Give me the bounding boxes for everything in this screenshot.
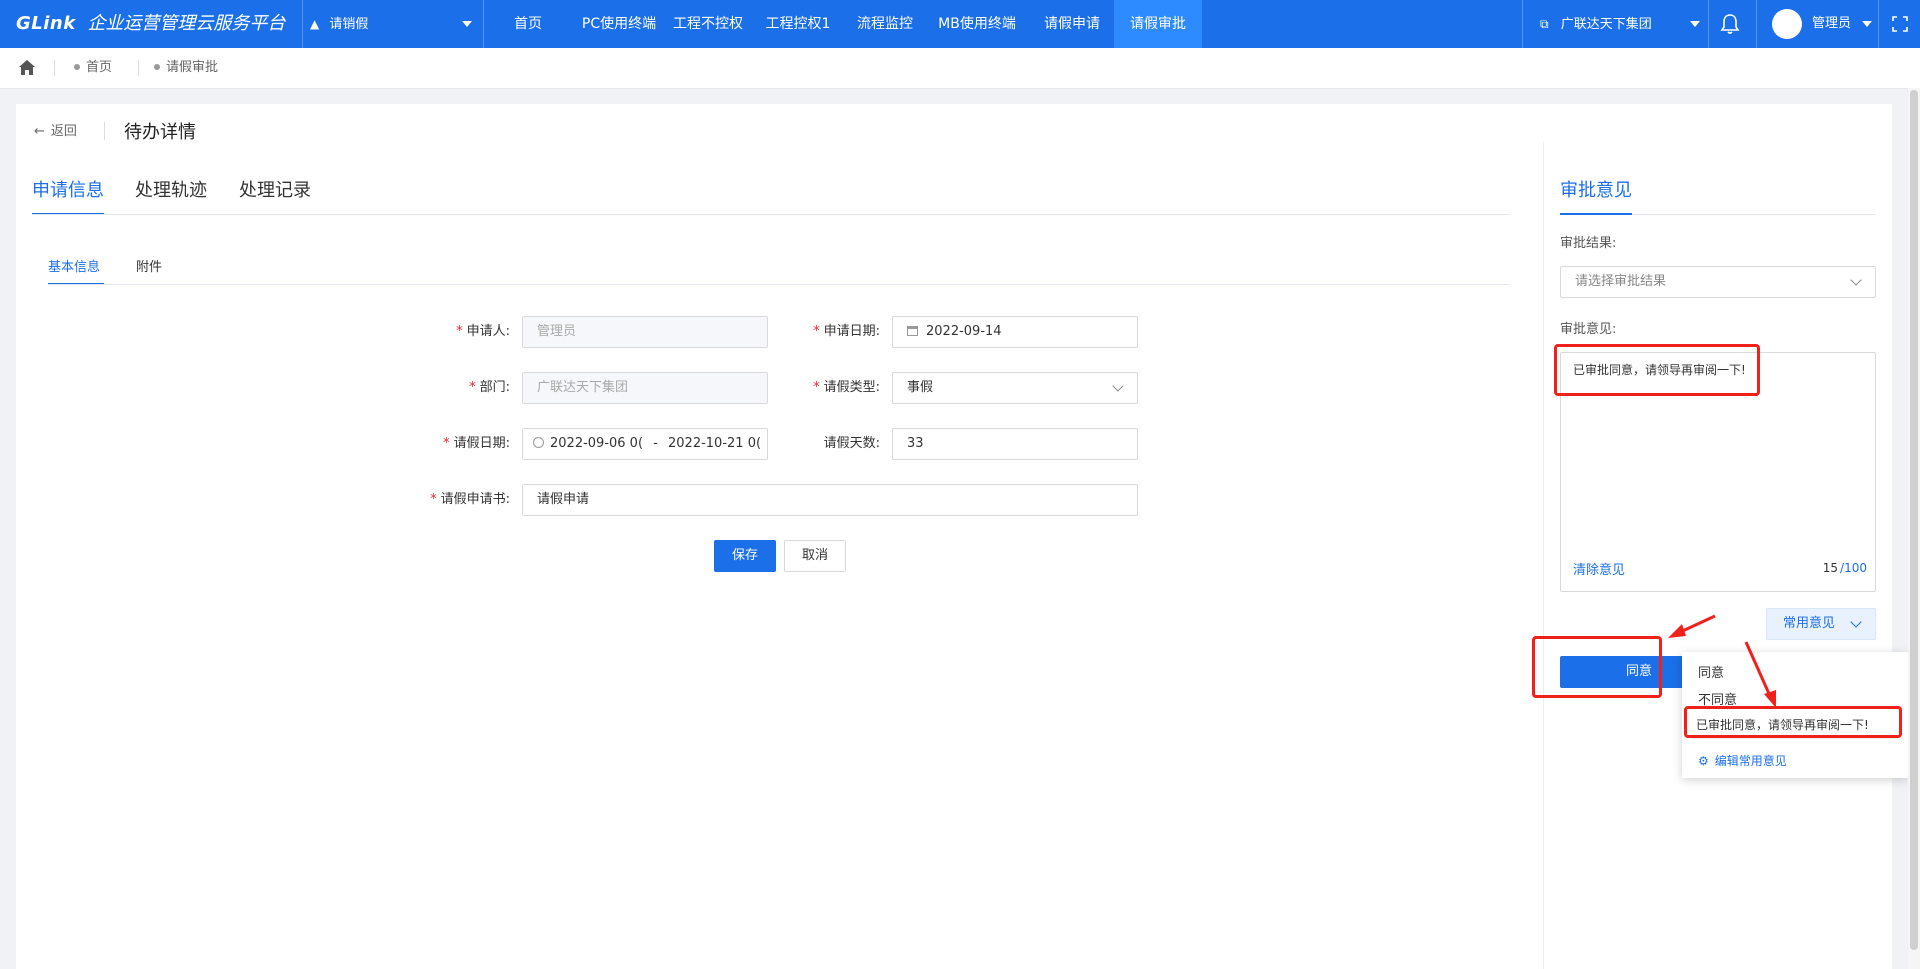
dropdown-divider (1692, 738, 1898, 739)
annotation-arrow-left (1668, 614, 1716, 638)
org-selector[interactable]: ⧉ 广联达天下集团 (1540, 0, 1652, 48)
nav-item-process-monitor[interactable]: 流程监控 (846, 0, 924, 48)
chevron-down-icon[interactable] (1862, 21, 1872, 27)
bell-icon[interactable] (1720, 13, 1740, 35)
app-selector[interactable]: ▲ 请销假 (310, 0, 480, 48)
save-button[interactable]: 保存 (714, 540, 776, 572)
arrow-left-icon: ← (34, 124, 45, 139)
clear-opinion-link[interactable]: 清除意见 (1573, 559, 1625, 578)
char-counter: 15/100 (1822, 561, 1867, 575)
breadcrumb-item-home[interactable]: 首页 (74, 48, 112, 88)
dropdown-item-approved-review[interactable]: 已审批同意，请领导再审阅一下! (1696, 716, 1869, 733)
breadcrumb: 首页 请假审批 (0, 48, 1920, 89)
leave-letter-input[interactable]: 请假申请 (522, 484, 1138, 516)
applicant-field: 管理员 (522, 316, 768, 348)
common-opinion-dropdown: 同意 不同意 已审批同意，请领导再审阅一下! ⚙ 编辑常用意见 (1682, 652, 1908, 778)
divider (1522, 0, 1523, 48)
scrollbar-thumb[interactable] (1910, 90, 1918, 950)
dropdown-item-agree[interactable]: 同意 (1698, 662, 1724, 681)
home-icon[interactable] (18, 59, 36, 76)
top-navbar: GLink 企业运营管理云服务平台 ▲ 请销假 首页 PC使用终端 工程不控权 … (0, 0, 1920, 48)
nav-item-leave-approval[interactable]: 请假审批 (1114, 0, 1202, 48)
breadcrumb-item-leave-approval[interactable]: 请假审批 (154, 48, 218, 88)
username[interactable]: 管理员 (1812, 0, 1851, 48)
tab-process-records[interactable]: 处理记录 (239, 176, 311, 202)
divider (1756, 0, 1757, 48)
approval-title-indicator (1560, 213, 1632, 215)
divider (104, 122, 105, 140)
leave-date-separator: - (653, 436, 658, 451)
nav-item-mb-terminal[interactable]: MB使用终端 (932, 0, 1022, 48)
approval-opinion-label: 审批意见: (1560, 322, 1617, 337)
calendar-icon (907, 325, 918, 336)
department-field: 广联达天下集团 (522, 372, 768, 404)
leave-days-input[interactable]: 33 (892, 428, 1138, 460)
fullscreen-icon[interactable] (1892, 16, 1908, 32)
leave-type-select[interactable]: 事假 (892, 372, 1138, 404)
nav-item-project-uncontrolled[interactable]: 工程不控权 (666, 0, 750, 48)
nav-item-leave-application[interactable]: 请假申请 (1030, 0, 1114, 48)
clock-icon (533, 437, 544, 448)
divider (138, 60, 139, 76)
divider (54, 60, 55, 76)
leave-letter-label: * 请假申请书: (430, 492, 510, 507)
leave-date-label: * 请假日期: (443, 436, 510, 451)
approval-title: 审批意见 (1560, 180, 1632, 201)
approval-opinion-textarea[interactable]: 已审批同意，请领导再审阅一下! 清除意见 15/100 (1560, 352, 1876, 592)
dropdown-item-disagree[interactable]: 不同意 (1698, 689, 1737, 708)
subtabs-divider (48, 284, 1510, 285)
panel-divider (1543, 142, 1544, 969)
approval-opinion-text: 已审批同意，请领导再审阅一下! (1573, 363, 1746, 377)
nav-item-pc-terminal[interactable]: PC使用终端 (572, 0, 666, 48)
leave-type-label: * 请假类型: (813, 380, 880, 395)
gear-icon: ⚙ (1698, 754, 1709, 768)
leave-date-end: 2022-10-21 0( (668, 436, 762, 451)
approval-result-select[interactable]: 请选择审批结果 (1560, 266, 1876, 298)
logo-brand: GLink (16, 13, 76, 34)
applicant-label: * 申请人: (456, 324, 510, 339)
tab-application-info[interactable]: 申请信息 (32, 176, 104, 202)
avatar[interactable] (1772, 9, 1802, 39)
logo-text: 企业运营管理云服务平台 (87, 13, 286, 34)
leave-days-label: 请假天数: (823, 436, 880, 451)
chevron-down-icon[interactable] (1690, 21, 1700, 27)
tabs-divider (32, 214, 1510, 215)
tab-process-trace[interactable]: 处理轨迹 (135, 176, 207, 202)
org-selector-label: 广联达天下集团 (1560, 17, 1652, 32)
back-link[interactable]: ← 返回 (34, 120, 77, 144)
nav-item-home[interactable]: 首页 (494, 0, 562, 48)
department-label: * 部门: (469, 380, 510, 395)
subtab-attachments[interactable]: 附件 (136, 256, 162, 275)
apply-date-picker[interactable]: 2022-09-14 (892, 316, 1138, 348)
apply-date-label: * 申请日期: (813, 324, 880, 339)
leave-date-start: 2022-09-06 0( (550, 436, 644, 451)
app-selector-label: 请销假 (329, 17, 369, 32)
app-icon: ▲ (310, 17, 320, 31)
page-scrollbar[interactable] (1908, 88, 1920, 969)
page-title: 待办详情 (124, 122, 196, 143)
divider (483, 0, 484, 48)
annotation-arrow-down (1744, 641, 1776, 708)
cancel-button[interactable]: 取消 (784, 540, 846, 572)
org-tree-icon: ⧉ (1540, 17, 1549, 31)
platform-logo: GLink 企业运营管理云服务平台 (16, 0, 285, 48)
chevron-down-icon[interactable] (462, 21, 472, 27)
leave-date-range-picker[interactable]: 2022-09-06 0( - 2022-10-21 0( (522, 428, 768, 460)
nav-item-project-controlled[interactable]: 工程控权1 (758, 0, 838, 48)
subtab-basic-info[interactable]: 基本信息 (48, 256, 100, 275)
approval-result-label: 审批结果: (1560, 236, 1617, 251)
divider (1708, 0, 1709, 48)
divider (302, 0, 303, 48)
divider (1878, 0, 1879, 48)
edit-common-opinion-link[interactable]: ⚙ 编辑常用意见 (1698, 752, 1787, 769)
